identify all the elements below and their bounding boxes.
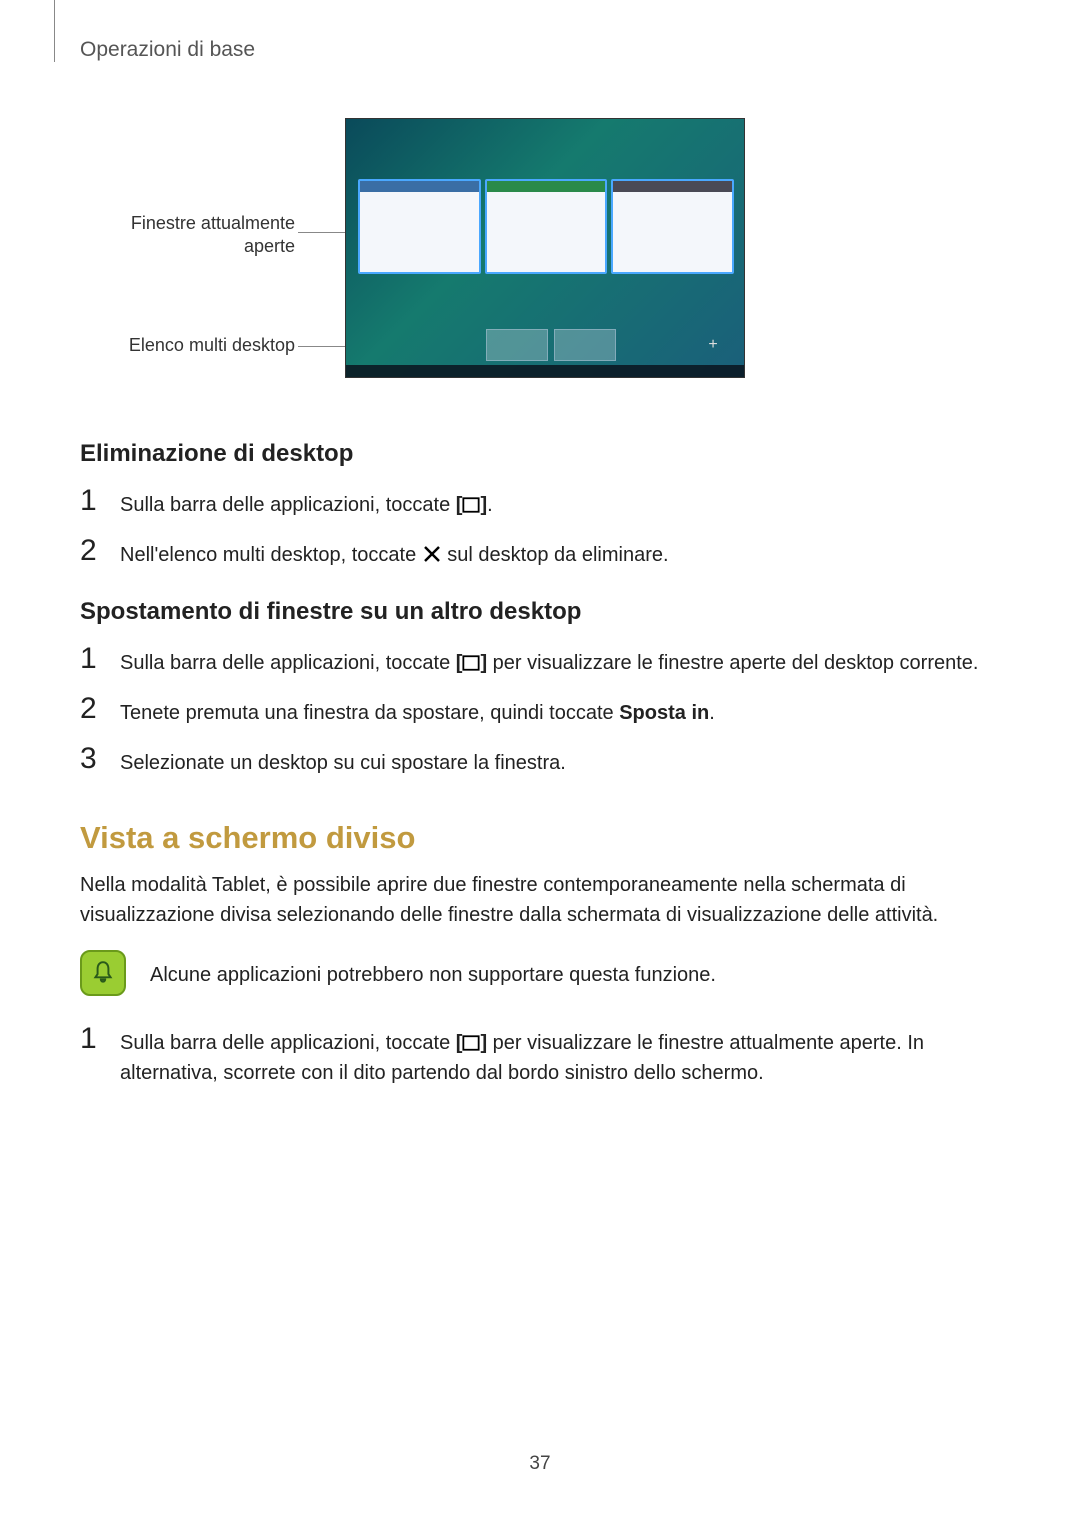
page-number: 37 [0, 1453, 1080, 1475]
heading-delete-desktop: Eliminazione di desktop [80, 440, 1000, 468]
screenshot-task-view: + [345, 118, 745, 378]
new-desktop-icon: + [697, 329, 729, 361]
callout-open-windows: Finestre attualmente aperte [95, 212, 295, 257]
task-view-illustration: Finestre attualmente aperte Elenco multi… [80, 100, 1000, 400]
delete-step-1: 1 Sulla barra delle applicazioni, toccat… [80, 488, 1000, 520]
bell-icon [80, 950, 126, 996]
close-x-icon [422, 544, 442, 564]
task-view-icon [462, 496, 480, 514]
split-step-1: 1 Sulla barra delle applicazioni, toccat… [80, 1026, 1000, 1088]
move-step-3: 3 Selezionate un desktop su cui spostare… [80, 746, 1000, 778]
move-step-1: 1 Sulla barra delle applicazioni, toccat… [80, 646, 1000, 678]
page-header: Operazioni di base [80, 38, 255, 62]
split-intro: Nella modalità Tablet, è possibile aprir… [80, 870, 1000, 930]
callout-multi-desktop: Elenco multi desktop [95, 335, 295, 356]
note-block: Alcune applicazioni potrebbero non suppo… [80, 950, 1000, 996]
heading-split-view: Vista a schermo diviso [80, 820, 1000, 856]
task-view-icon [462, 654, 480, 672]
delete-step-2: 2 Nell'elenco multi desktop, toccate sul… [80, 538, 1000, 570]
heading-move-windows: Spostamento di finestre su un altro desk… [80, 598, 1000, 626]
task-view-icon [462, 1034, 480, 1052]
move-step-2: 2 Tenete premuta una finestra da spostar… [80, 696, 1000, 728]
